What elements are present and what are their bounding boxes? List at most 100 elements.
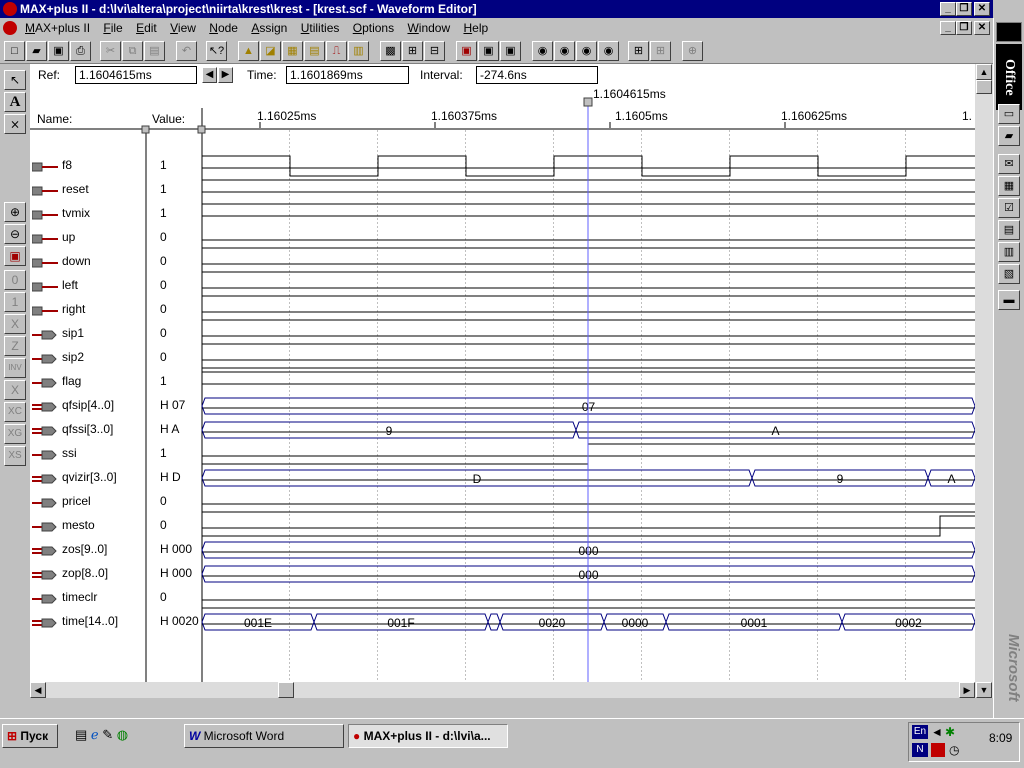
clock-small-icon[interactable]: ◷ xyxy=(949,743,959,757)
invert-icon[interactable]: INV xyxy=(4,358,26,378)
vertical-scrollbar[interactable]: ▲ ▼ xyxy=(975,64,993,698)
document-icon[interactable] xyxy=(3,21,17,35)
start-button[interactable]: ⊞ Пуск xyxy=(2,724,58,748)
signal-name[interactable]: sip2 xyxy=(62,350,84,364)
office-calendar-icon[interactable]: ▦ xyxy=(998,176,1020,196)
menu-assign[interactable]: Assign xyxy=(246,18,292,38)
signal-name[interactable]: left xyxy=(62,278,78,292)
text-tool-icon[interactable]: A xyxy=(4,92,26,112)
scroll-right-arrow-icon[interactable]: ▶ xyxy=(959,682,975,698)
menu-options[interactable]: Options xyxy=(348,18,399,38)
input-pin-icon[interactable] xyxy=(31,257,58,268)
output-pin-icon[interactable] xyxy=(32,497,58,508)
copy-icon[interactable]: ⧉ xyxy=(122,41,143,61)
horizontal-scroll-thumb[interactable] xyxy=(278,682,294,698)
floorplan-icon[interactable]: ◪ xyxy=(260,41,281,61)
view-eye-d-icon[interactable]: ◉ xyxy=(598,41,619,61)
signal-name[interactable]: flag xyxy=(62,374,81,388)
bus-pin-icon[interactable] xyxy=(32,545,58,556)
compile-icon[interactable]: ▥ xyxy=(348,41,369,61)
menu-edit[interactable]: Edit xyxy=(131,18,162,38)
print-icon[interactable]: ⎙ xyxy=(70,41,91,61)
waveform-editor-icon[interactable]: ⎍ xyxy=(326,41,347,61)
bus-pin-icon[interactable] xyxy=(32,473,58,484)
signal-name[interactable]: mesto xyxy=(62,518,95,532)
office-task-icon[interactable]: ☑ xyxy=(998,198,1020,218)
signal-name[interactable]: sip1 xyxy=(62,326,84,340)
menu-help[interactable]: Help xyxy=(458,18,493,38)
project-save-check-icon[interactable]: ▣ xyxy=(456,41,477,61)
force-z-icon[interactable]: Z xyxy=(4,336,26,356)
menu-file[interactable]: File xyxy=(98,18,127,38)
antivirus-icon[interactable]: ✱ xyxy=(945,725,955,739)
task-maxplus[interactable]: ● MAX+plus II - d:\lvi\a... xyxy=(348,724,508,748)
scheduler-icon[interactable] xyxy=(931,743,945,757)
programmer-icon[interactable]: ⊞ xyxy=(402,41,423,61)
symbol-editor-icon[interactable]: ▦ xyxy=(282,41,303,61)
channels-icon[interactable]: ◍ xyxy=(117,727,128,742)
signal-name[interactable]: zos[9..0] xyxy=(62,542,107,556)
doc-close-button[interactable]: ✕ xyxy=(974,21,990,35)
office-new-doc-icon[interactable]: ▭ xyxy=(998,104,1020,124)
signal-name[interactable]: qfsip[4..0] xyxy=(62,398,114,412)
language-indicator[interactable]: En xyxy=(912,725,928,739)
help-pointer-icon[interactable]: ↖? xyxy=(206,41,227,61)
overwrite-state-icon[interactable]: XS xyxy=(4,446,26,466)
save-icon[interactable]: ▣ xyxy=(48,41,69,61)
scroll-up-arrow-icon[interactable]: ▲ xyxy=(976,64,992,80)
force-x-icon[interactable]: X xyxy=(4,314,26,334)
office-contact-icon[interactable]: ▤ xyxy=(998,220,1020,240)
zoom-out-icon[interactable]: ⊖ xyxy=(4,224,26,244)
office-outlook-icon[interactable]: ✉ xyxy=(998,154,1020,174)
paste-icon[interactable]: ▤ xyxy=(144,41,165,61)
project-save-compile-icon[interactable]: ▣ xyxy=(478,41,499,61)
minimize-button[interactable]: _ xyxy=(940,2,956,16)
output-pin-icon[interactable] xyxy=(32,521,58,532)
signal-name[interactable]: f8 xyxy=(62,158,72,172)
fit-window-icon[interactable]: ▣ xyxy=(4,246,26,266)
office-note-icon[interactable]: ▧ xyxy=(998,264,1020,284)
signal-name[interactable]: qvizir[3..0] xyxy=(62,470,117,484)
signal-name[interactable]: time[14..0] xyxy=(62,614,118,628)
zoom-in-icon[interactable]: ⊕ xyxy=(4,202,26,222)
output-pin-icon[interactable] xyxy=(32,449,58,460)
horizontal-scrollbar[interactable]: ◀ ▶ xyxy=(30,682,975,698)
doc-minimize-button[interactable]: _ xyxy=(940,21,956,35)
overwrite-clock-icon[interactable]: XC xyxy=(4,402,26,422)
menu-view[interactable]: View xyxy=(165,18,201,38)
restore-button[interactable]: ❐ xyxy=(956,2,972,16)
input-pin-icon[interactable] xyxy=(31,161,58,172)
menu-window[interactable]: Window xyxy=(402,18,455,38)
signal-name[interactable]: qfssi[3..0] xyxy=(62,422,113,436)
network-icon[interactable]: N xyxy=(912,743,928,757)
vertical-scroll-thumb[interactable] xyxy=(976,80,992,94)
signal-name[interactable]: reset xyxy=(62,182,89,196)
clock[interactable]: 8:09 xyxy=(989,731,1012,745)
waveform-canvas[interactable]: 079AD9A000000001E001F0020000000010002 xyxy=(30,64,975,682)
signal-name[interactable]: tvmix xyxy=(62,206,90,220)
text-editor-icon[interactable]: ▤ xyxy=(304,41,325,61)
signal-name[interactable]: down xyxy=(62,254,91,268)
project-save-simulate-icon[interactable]: ▣ xyxy=(500,41,521,61)
scroll-left-arrow-icon[interactable]: ◀ xyxy=(30,682,46,698)
office-open-icon[interactable]: ▰ xyxy=(998,126,1020,146)
overwrite-count-icon[interactable]: X xyxy=(4,380,26,400)
simulate-icon[interactable]: ⊟ xyxy=(424,41,445,61)
force-zero-icon[interactable]: 0 xyxy=(4,270,26,290)
overwrite-group-icon[interactable]: XG xyxy=(4,424,26,444)
bus-pin-icon[interactable] xyxy=(32,425,58,436)
scroll-down-arrow-icon[interactable]: ▼ xyxy=(976,682,992,698)
doc-restore-button[interactable]: ❐ xyxy=(956,21,972,35)
signal-name[interactable]: right xyxy=(62,302,85,316)
volume-icon[interactable]: ◄ xyxy=(931,725,943,739)
input-pin-icon[interactable] xyxy=(31,281,58,292)
bus-pin-icon[interactable] xyxy=(32,569,58,580)
menu-node[interactable]: Node xyxy=(204,18,243,38)
signal-name[interactable]: pricel xyxy=(62,494,91,508)
zoom-region-icon[interactable]: ⨯ xyxy=(4,114,26,134)
cut-icon[interactable]: ✂ xyxy=(100,41,121,61)
bus-pin-icon[interactable] xyxy=(32,401,58,412)
timing-analyzer-icon[interactable]: ▩ xyxy=(380,41,401,61)
selection-tool-icon[interactable]: ↖ xyxy=(4,70,26,90)
menu-utilities[interactable]: Utilities xyxy=(296,18,345,38)
